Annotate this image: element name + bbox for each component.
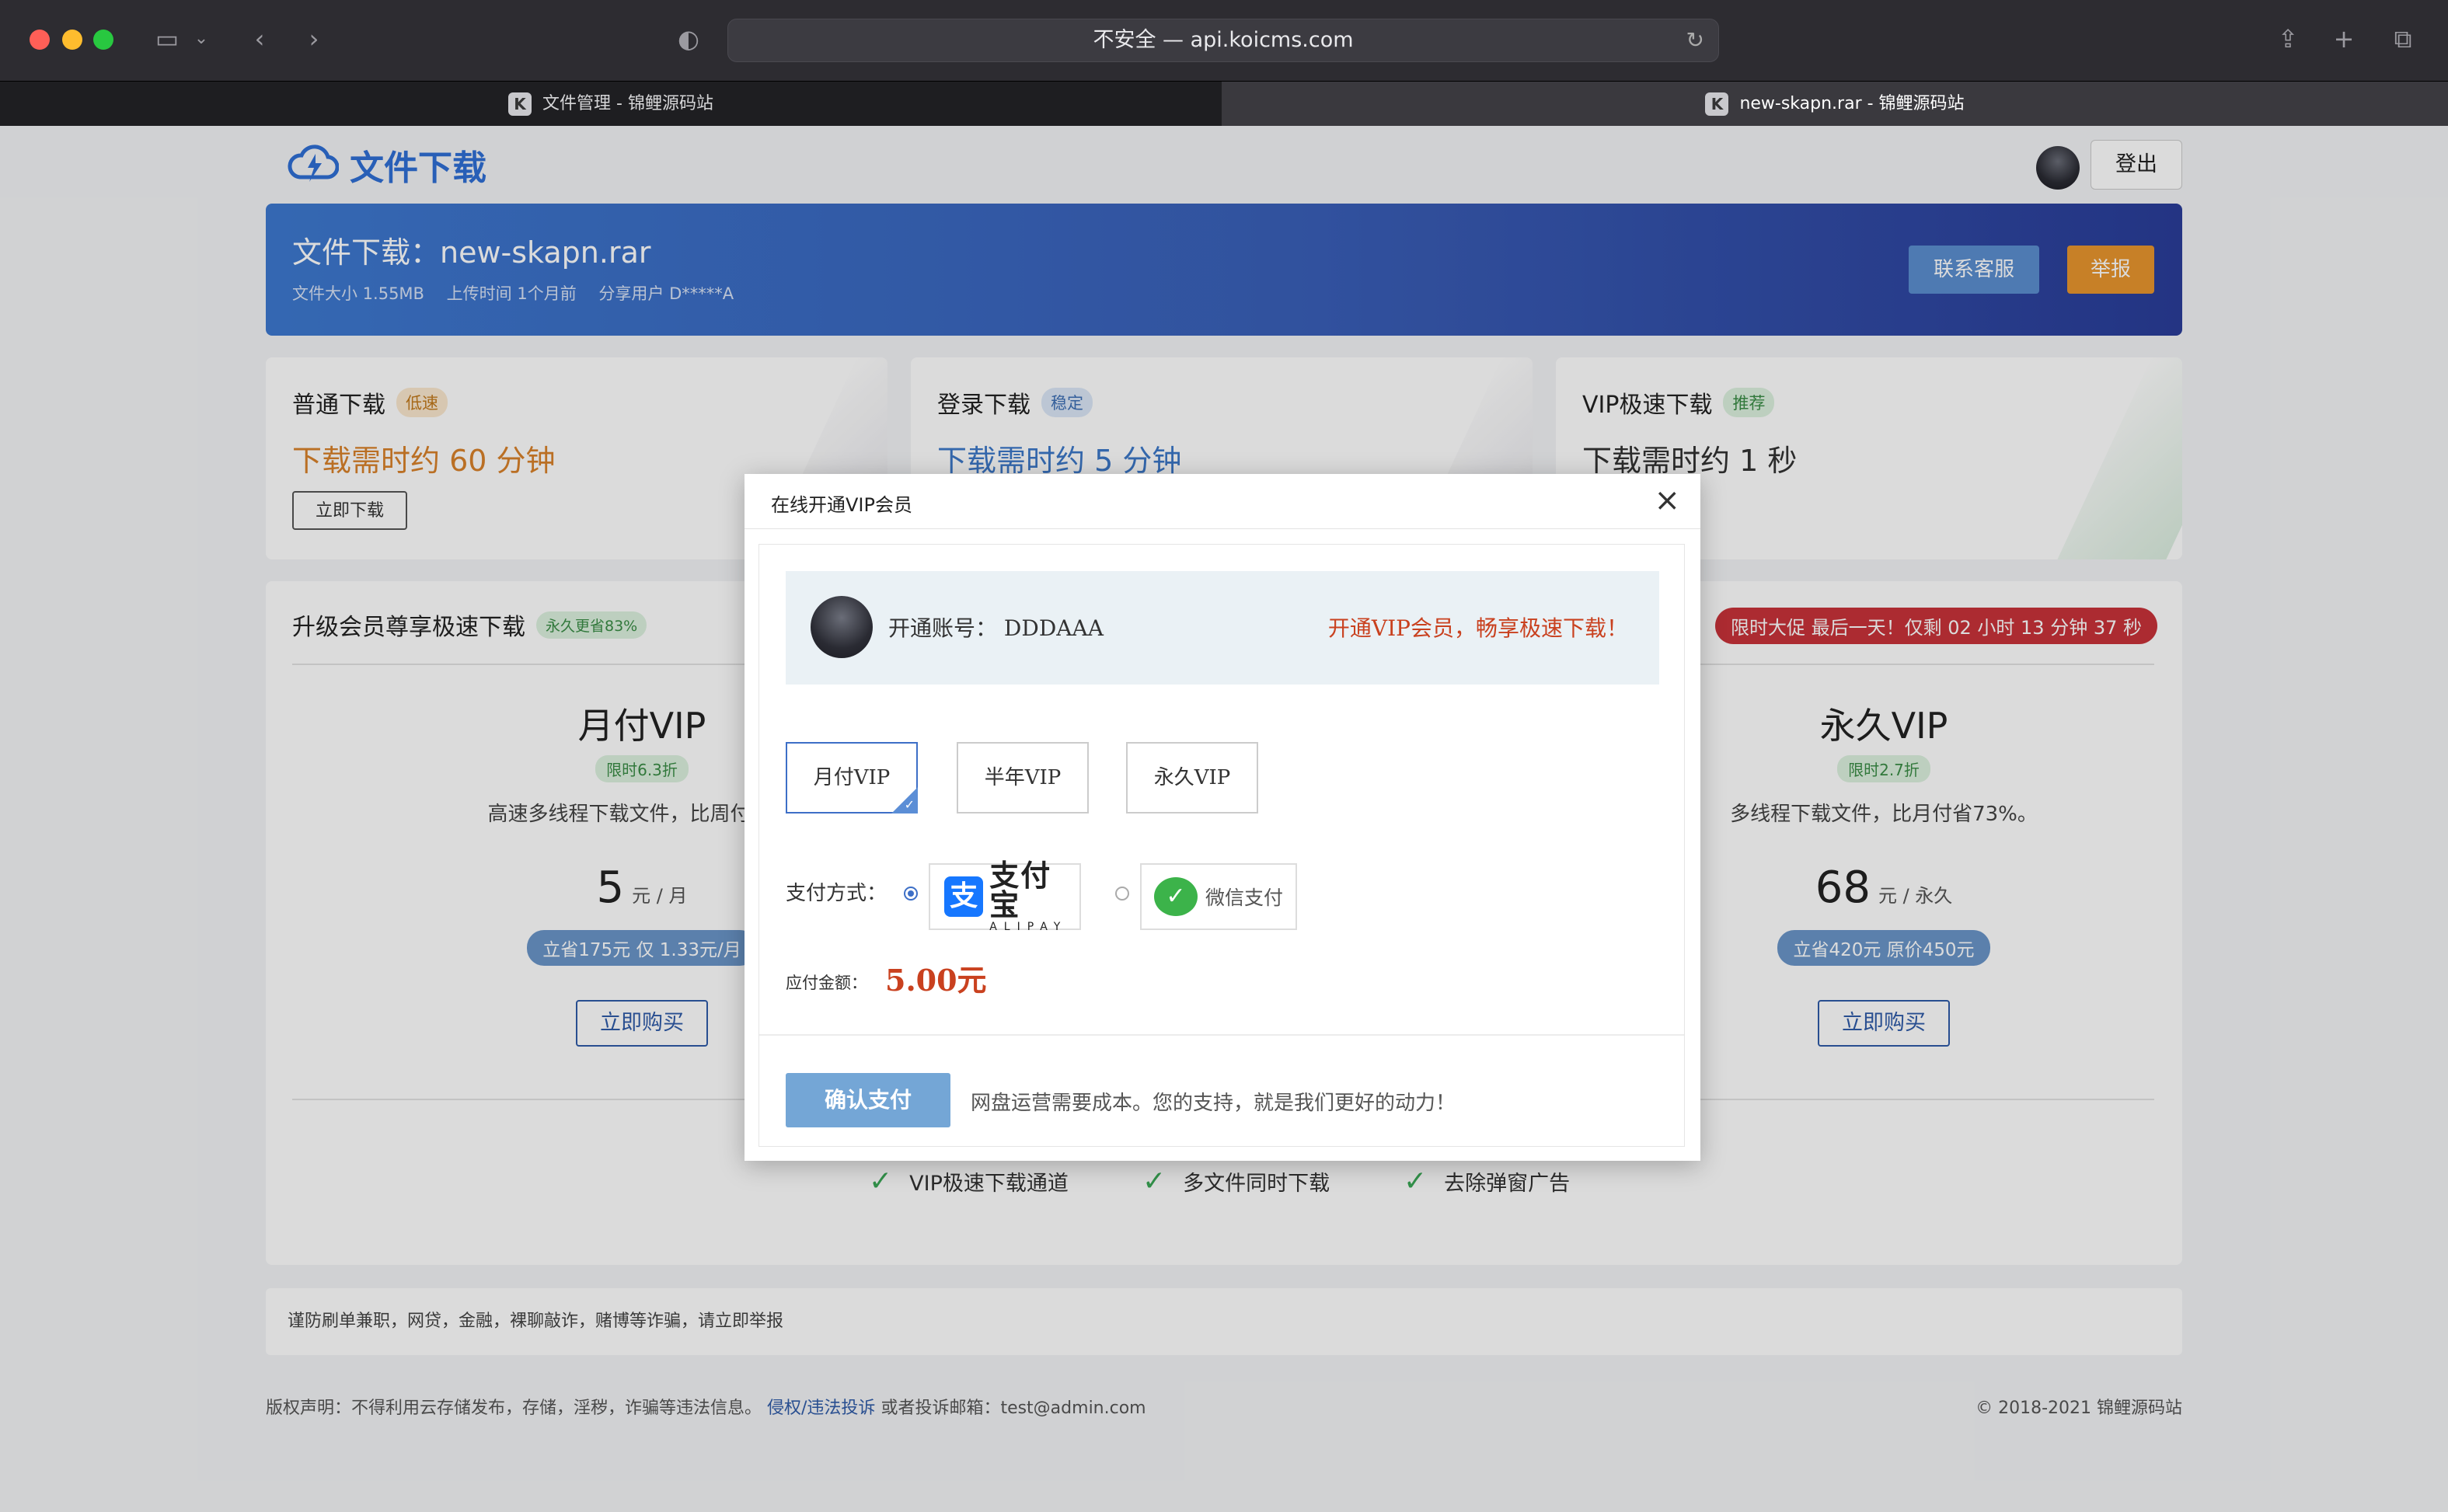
alipay-icon: 支 (944, 876, 984, 917)
shield-icon[interactable]: ◐ (673, 23, 704, 54)
share-icon[interactable]: ⇪ (2272, 23, 2303, 54)
favicon-icon: K (1705, 92, 1729, 116)
wechat-pay-option[interactable]: ✓ 微信支付 (1140, 863, 1297, 930)
minimize-window-icon[interactable] (62, 30, 82, 50)
confirm-payment-button[interactable]: 确认支付 (786, 1073, 950, 1127)
browser-toolbar: ▭ ⌄ ‹ › ◐ 不安全 — api.koicms.com ↻ ⇪ + ⧉ (0, 0, 2448, 81)
maximize-window-icon[interactable] (93, 30, 113, 50)
alipay-radio[interactable] (904, 887, 918, 901)
wechat-radio[interactable] (1115, 887, 1129, 901)
reload-icon[interactable]: ↻ (1686, 19, 1704, 61)
vip-purchase-modal: 在线开通VIP会员 × 开通账号： DDDAAA 开通VIP会员，畅享极速下载！… (745, 474, 1700, 1161)
tab-file-manager[interactable]: K 文件管理 - 锦鲤源码站 (0, 82, 1222, 127)
close-icon[interactable]: × (1654, 482, 1680, 519)
option-lifetime-vip[interactable]: 永久VIP (1126, 742, 1258, 813)
modal-body: 开通账号： DDDAAA 开通VIP会员，畅享极速下载！ 月付VIP ✓ 半年V… (758, 544, 1685, 1147)
tab-label: 文件管理 - 锦鲤源码站 (542, 94, 713, 113)
favicon-icon: K (508, 92, 532, 116)
amount-value: 5.00元 (885, 963, 987, 998)
sidebar-icon[interactable]: ▭ (148, 23, 187, 54)
tab-download[interactable]: K new-skapn.rar - 锦鲤源码站 (1222, 82, 2448, 127)
support-note: 网盘运营需要成本。您的支持，就是我们更好的动力！ (971, 1092, 1456, 1115)
tab-bar: K 文件管理 - 锦鲤源码站 K new-skapn.rar - 锦鲤源码站 (0, 81, 2448, 127)
tabs-overview-icon[interactable]: ⧉ (2386, 23, 2420, 54)
divider (759, 1034, 1684, 1036)
forward-icon[interactable]: › (298, 23, 330, 54)
tab-label: new-skapn.rar - 锦鲤源码站 (1739, 94, 1965, 113)
address-text: 不安全 — api.koicms.com (1093, 28, 1354, 52)
option-label: 月付VIP (813, 766, 891, 789)
back-icon[interactable]: ‹ (244, 23, 275, 54)
option-monthly-vip[interactable]: 月付VIP ✓ (786, 742, 918, 813)
wechat-label: 微信支付 (1205, 887, 1284, 909)
modal-title: 在线开通VIP会员 (771, 494, 912, 516)
option-label: 永久VIP (1153, 766, 1231, 789)
plus-icon[interactable]: + (2328, 23, 2359, 54)
account-name: DDDAAA (1003, 615, 1104, 641)
account-info: 开通账号： DDDAAA (888, 611, 1104, 643)
address-bar[interactable]: 不安全 — api.koicms.com ↻ (727, 19, 1719, 62)
close-window-icon[interactable] (30, 30, 50, 50)
alipay-wordmark: 支付宝 ALIPAY (989, 861, 1079, 932)
account-strip: 开通账号： DDDAAA 开通VIP会员，畅享极速下载！ (786, 571, 1659, 685)
vip-slogan: 开通VIP会员，畅享极速下载！ (1327, 615, 1628, 641)
avatar (811, 596, 873, 658)
wechat-icon: ✓ (1154, 877, 1198, 916)
alipay-option[interactable]: 支 支付宝 ALIPAY (929, 861, 1081, 932)
option-halfyear-vip[interactable]: 半年VIP (957, 742, 1089, 813)
chevron-down-icon[interactable]: ⌄ (191, 23, 211, 54)
modal-header: 在线开通VIP会员 × (745, 474, 1700, 529)
checkmark-icon: ✓ (904, 797, 915, 812)
amount-label: 应付金额： (786, 974, 867, 992)
alipay-cn: 支付宝 (989, 859, 1052, 922)
account-label: 开通账号： (888, 615, 998, 641)
alipay-en: ALIPAY (989, 921, 1068, 933)
payment-label: 支付方式： (786, 882, 887, 905)
option-label: 半年VIP (984, 766, 1062, 789)
